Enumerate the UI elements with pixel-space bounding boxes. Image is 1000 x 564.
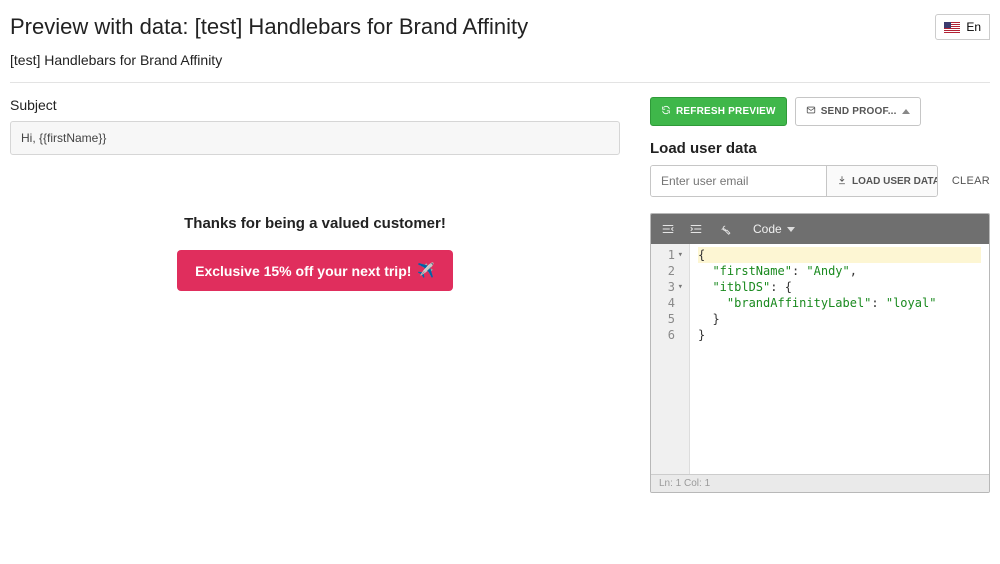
indent-right-icon[interactable] [689, 222, 703, 236]
editor-statusbar: Ln: 1 Col: 1 [651, 474, 989, 492]
code-l4-val: "loyal" [886, 296, 937, 310]
code-editor[interactable]: Code 1▾ 2 3▾ 4 5 6 { "firstName": "Andy"… [650, 213, 990, 493]
subject-label: Subject [10, 97, 620, 113]
us-flag-icon [944, 22, 960, 33]
code-dropdown-label: Code [753, 222, 782, 236]
line-gutter: 1▾ 2 3▾ 4 5 6 [651, 244, 690, 474]
send-proof-label: SEND PROOF... [821, 106, 897, 117]
code-dropdown[interactable]: Code [753, 222, 795, 236]
divider [10, 82, 990, 83]
airplane-icon: ✈️ [417, 262, 434, 279]
clear-button[interactable]: CLEAR [938, 175, 990, 187]
indent-left-icon[interactable] [661, 222, 675, 236]
chevron-up-icon [902, 109, 910, 114]
cta-label: Exclusive 15% off your next trip! [195, 263, 411, 279]
load-user-heading: Load user data [650, 140, 990, 157]
editor-toolbar: Code [651, 214, 989, 244]
code-line-1: { [698, 248, 705, 262]
template-subtitle: [test] Handlebars for Brand Affinity [10, 52, 990, 68]
download-icon [837, 175, 847, 188]
refresh-preview-button[interactable]: REFRESH PREVIEW [650, 97, 787, 126]
send-proof-button[interactable]: SEND PROOF... [795, 97, 921, 126]
mail-icon [806, 105, 816, 118]
wrench-icon[interactable] [717, 222, 731, 236]
code-area[interactable]: 1▾ 2 3▾ 4 5 6 { "firstName": "Andy", "it… [651, 244, 989, 474]
email-preview: Thanks for being a valued customer! Excl… [10, 215, 620, 291]
refresh-label: REFRESH PREVIEW [676, 106, 776, 117]
load-user-input-group: LOAD USER DATA [650, 165, 938, 197]
code-body[interactable]: { "firstName": "Andy", "itblDS": { "bran… [690, 244, 989, 474]
load-user-data-button[interactable]: LOAD USER DATA [826, 166, 938, 196]
code-l2-val: "Andy" [806, 264, 849, 278]
locale-label: En [966, 20, 981, 34]
locale-selector-button[interactable]: En [935, 14, 990, 40]
code-line-6: } [698, 328, 705, 342]
code-l2-key: "firstName" [712, 264, 791, 278]
user-email-input[interactable] [651, 166, 826, 196]
cta-button[interactable]: Exclusive 15% off your next trip! ✈️ [177, 250, 453, 291]
load-user-data-label: LOAD USER DATA [852, 176, 938, 187]
subject-input[interactable] [10, 121, 620, 155]
email-heading: Thanks for being a valued customer! [10, 215, 620, 232]
chevron-down-icon [787, 227, 795, 232]
page-title: Preview with data: [test] Handlebars for… [10, 14, 528, 40]
refresh-icon [661, 105, 671, 118]
code-line-5: } [712, 312, 719, 326]
code-l4-key: "brandAffinityLabel" [727, 296, 872, 310]
code-l3-key: "itblDS" [712, 280, 770, 294]
